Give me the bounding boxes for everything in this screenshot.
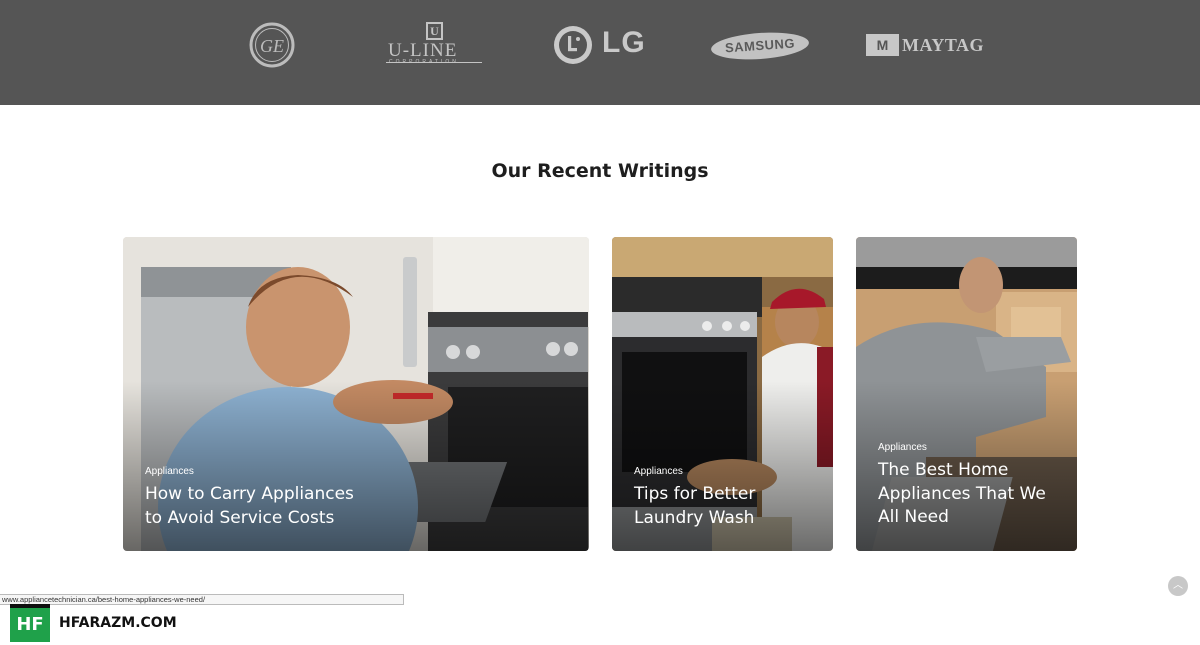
lg-face-icon [554,26,592,64]
post-title-line: Appliances That We [878,483,1046,504]
hf-logo: HF [10,604,50,642]
watermark-text: HFARAZM.COM [59,615,177,631]
maytag-mark: M [866,34,899,56]
section-title: Our Recent Writings [491,160,709,182]
post-title-line: to Avoid Service Costs [145,507,335,528]
chevron-up-icon: ︿ [1173,580,1183,591]
post-title[interactable]: Tips for Better Laundry Wash [634,483,755,530]
post-title[interactable]: How to Carry Appliances to Avoid Service… [145,483,354,530]
post-title-line: All Need [878,507,949,527]
maytag-logo: M MAYTAG [866,22,984,68]
ge-logo: GE [248,22,296,68]
post-title-line: How to Carry Appliances [145,484,354,504]
post-category[interactable]: Appliances [878,442,927,453]
uline-logo: U U-LINE CORPORATION [386,22,486,68]
uline-subtitle: CORPORATION [389,59,459,65]
post-card-carry-appliances[interactable]: Appliances How to Carry Appliances to Av… [123,237,589,551]
samsung-logo: SAMSUNG [710,22,810,68]
post-title-line: The Best Home [878,460,1009,480]
lg-wordmark: LG [602,26,646,59]
post-card-best-home-appliances[interactable]: Appliances The Best Home Appliances That… [856,237,1077,551]
brand-logo-bar: GE U U-LINE CORPORATION LG SAMSUNG M MAY… [0,0,1200,105]
post-title-line: Tips for Better [634,484,756,504]
ge-logo-icon: GE [249,22,295,68]
post-title[interactable]: The Best Home Appliances That We All Nee… [878,459,1046,530]
watermark: HF HFARAZM.COM [10,604,177,642]
samsung-wordmark: SAMSUNG [710,29,810,63]
post-category[interactable]: Appliances [145,466,194,477]
uline-mark: U [426,22,443,40]
post-category[interactable]: Appliances [634,466,683,477]
scroll-to-top-button[interactable]: ︿ [1168,576,1188,596]
lg-logo: LG [552,22,648,68]
post-title-line: Laundry Wash [634,507,755,528]
maytag-wordmark: MAYTAG [902,35,985,55]
svg-text:GE: GE [260,36,284,56]
post-card-laundry-wash[interactable]: Appliances Tips for Better Laundry Wash [612,237,833,551]
